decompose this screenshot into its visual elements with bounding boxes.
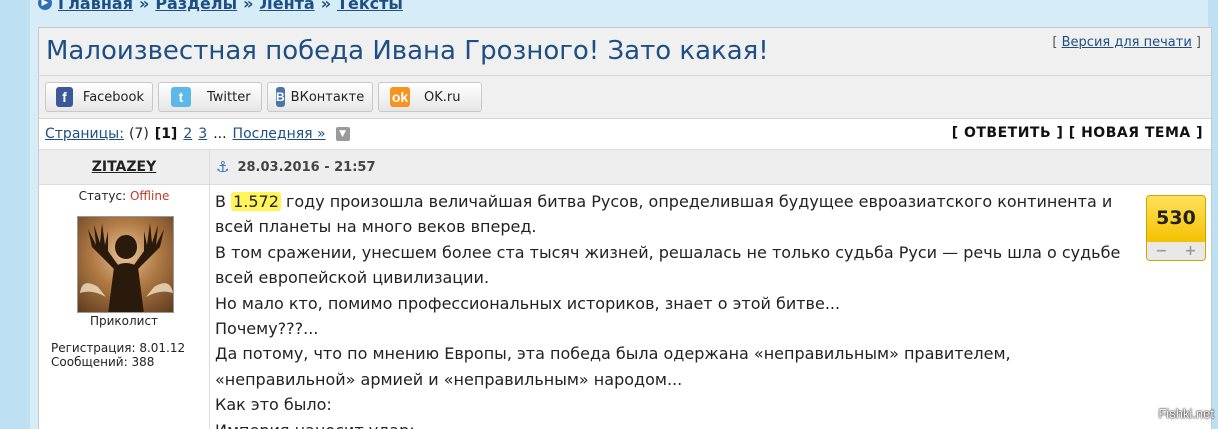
user-messages: Сообщений: 388 bbox=[51, 355, 155, 369]
left-background-strip bbox=[0, 0, 30, 429]
pagination-ellipsis: ... bbox=[213, 126, 227, 142]
new-topic-button[interactable]: [ НОВАЯ ТЕМА ] bbox=[1069, 125, 1203, 141]
print-version: [ Версия для печати ] bbox=[1052, 35, 1201, 50]
post-line-1-pre: В bbox=[215, 192, 232, 211]
user-info: Статус: Offline Приколист Регистрация: 8… bbox=[39, 185, 210, 429]
post-paragraph: Как это было: bbox=[215, 395, 332, 415]
breadcrumb-texts[interactable]: Тексты bbox=[337, 0, 403, 13]
pagination-last-page[interactable]: Последняя » bbox=[233, 126, 326, 142]
title-bar: Малоизвестная победа Ивана Грозного! Зат… bbox=[39, 28, 1211, 76]
breadcrumb-separator: » bbox=[138, 0, 150, 13]
post-author[interactable]: ZITAZEY bbox=[39, 150, 210, 184]
twitter-icon: t bbox=[171, 87, 191, 107]
user-registration: Регистрация: 8.01.12 bbox=[51, 341, 186, 355]
post-header: ZITAZEY ⚓ 28.03.2016 - 21:57 bbox=[39, 149, 1211, 185]
page-title: Малоизвестная победа Ивана Грозного! Зат… bbox=[46, 36, 769, 66]
breadcrumb-separator: » bbox=[243, 0, 254, 13]
post-body: Статус: Offline Приколист Регистрация: 8… bbox=[39, 185, 1211, 429]
share-vkontakte-label: ВКонтакте bbox=[290, 89, 365, 105]
topic-panel: Малоизвестная победа Ивана Грозного! Зат… bbox=[38, 27, 1212, 429]
home-arrow-icon: ▶ bbox=[38, 0, 52, 10]
breadcrumb-separator: » bbox=[320, 0, 332, 13]
share-ok-label: OK.ru bbox=[424, 89, 461, 105]
post-date-cell: ⚓ 28.03.2016 - 21:57 bbox=[210, 150, 376, 184]
share-twitter-label: Twitter bbox=[207, 89, 251, 105]
breadcrumb-home[interactable]: Главная bbox=[58, 0, 133, 13]
reply-button[interactable]: [ ОТВЕТИТЬ ] bbox=[952, 125, 1064, 141]
post-line-1-post: году произошла величайшая битва Русов, о… bbox=[215, 192, 1113, 237]
avatar[interactable] bbox=[77, 216, 174, 313]
facebook-icon: f bbox=[56, 87, 73, 107]
rating-score: 530 bbox=[1147, 196, 1205, 242]
ok-icon: ok bbox=[390, 87, 410, 107]
highlighted-year: 1.572 bbox=[231, 192, 281, 211]
print-bracket-open: [ bbox=[1052, 35, 1058, 50]
pagination-label: Страницы: bbox=[45, 126, 124, 142]
post-paragraph: В 1.572 году произошла величайшая битва … bbox=[215, 189, 1145, 240]
vote-down-button[interactable]: − bbox=[1156, 239, 1168, 260]
breadcrumb-feed[interactable]: Лента bbox=[259, 0, 314, 13]
print-bracket-close: ] bbox=[1195, 35, 1201, 50]
share-ok-button[interactable]: ok OK.ru bbox=[378, 82, 482, 112]
user-stats: Регистрация: 8.01.12 Сообщений: 388 bbox=[51, 341, 185, 369]
post-paragraph: Почему???... bbox=[215, 319, 319, 339]
share-vkontakte-button[interactable]: B ВКонтакте bbox=[267, 82, 373, 112]
pagination-count: (7) bbox=[128, 126, 149, 142]
avatar-silhouette bbox=[80, 223, 173, 312]
breadcrumb-sections[interactable]: Разделы bbox=[155, 0, 237, 13]
post-paragraph: Империя наносит удар: bbox=[215, 418, 1145, 429]
user-status: Статус: Offline bbox=[39, 189, 209, 203]
anchor-icon[interactable]: ⚓ bbox=[216, 158, 229, 176]
pagination-page-3[interactable]: 3 bbox=[198, 126, 207, 142]
post-paragraph: Но мало кто, помимо профессиональных ист… bbox=[215, 293, 841, 313]
rating-widget: 530 − + bbox=[1146, 195, 1206, 261]
breadcrumb: ▶ Главная » Разделы » Лента » Тексты bbox=[38, 0, 403, 13]
share-twitter-button[interactable]: t Twitter bbox=[158, 82, 262, 112]
post-content: В 1.572 году произошла величайшая битва … bbox=[210, 185, 1211, 429]
pagination-page-2[interactable]: 2 bbox=[183, 126, 192, 142]
share-facebook-button[interactable]: f Facebook bbox=[45, 82, 153, 112]
rating-votes: − + bbox=[1147, 239, 1205, 260]
post-paragraph: В том сражении, унесшем более ста тысяч … bbox=[215, 242, 1121, 288]
user-rank: Приколист bbox=[89, 314, 159, 328]
chevron-down-icon[interactable]: ▼ bbox=[335, 127, 350, 141]
post-date: 28.03.2016 - 21:57 bbox=[237, 159, 376, 175]
print-version-link[interactable]: Версия для печати bbox=[1062, 35, 1192, 50]
share-facebook-label: Facebook bbox=[82, 89, 144, 105]
vkontakte-icon: B bbox=[276, 87, 285, 107]
pagination-bar: Страницы: (7) [1] 2 3 ... Последняя » ▼ … bbox=[39, 119, 1211, 149]
pagination-current-page: [1] bbox=[154, 126, 178, 142]
topic-actions: [ ОТВЕТИТЬ ] [ НОВАЯ ТЕМА ] bbox=[952, 125, 1203, 141]
share-bar: f Facebook t Twitter B ВКонтакте ok OK.r… bbox=[39, 76, 1211, 119]
post-paragraph: Да потому, что по мнению Европы, эта поб… bbox=[215, 344, 1011, 389]
watermark: Fishki.net bbox=[1158, 406, 1214, 421]
user-status-label: Статус: bbox=[78, 189, 127, 203]
user-status-value: Offline bbox=[129, 189, 170, 203]
vote-up-button[interactable]: + bbox=[1185, 239, 1197, 260]
